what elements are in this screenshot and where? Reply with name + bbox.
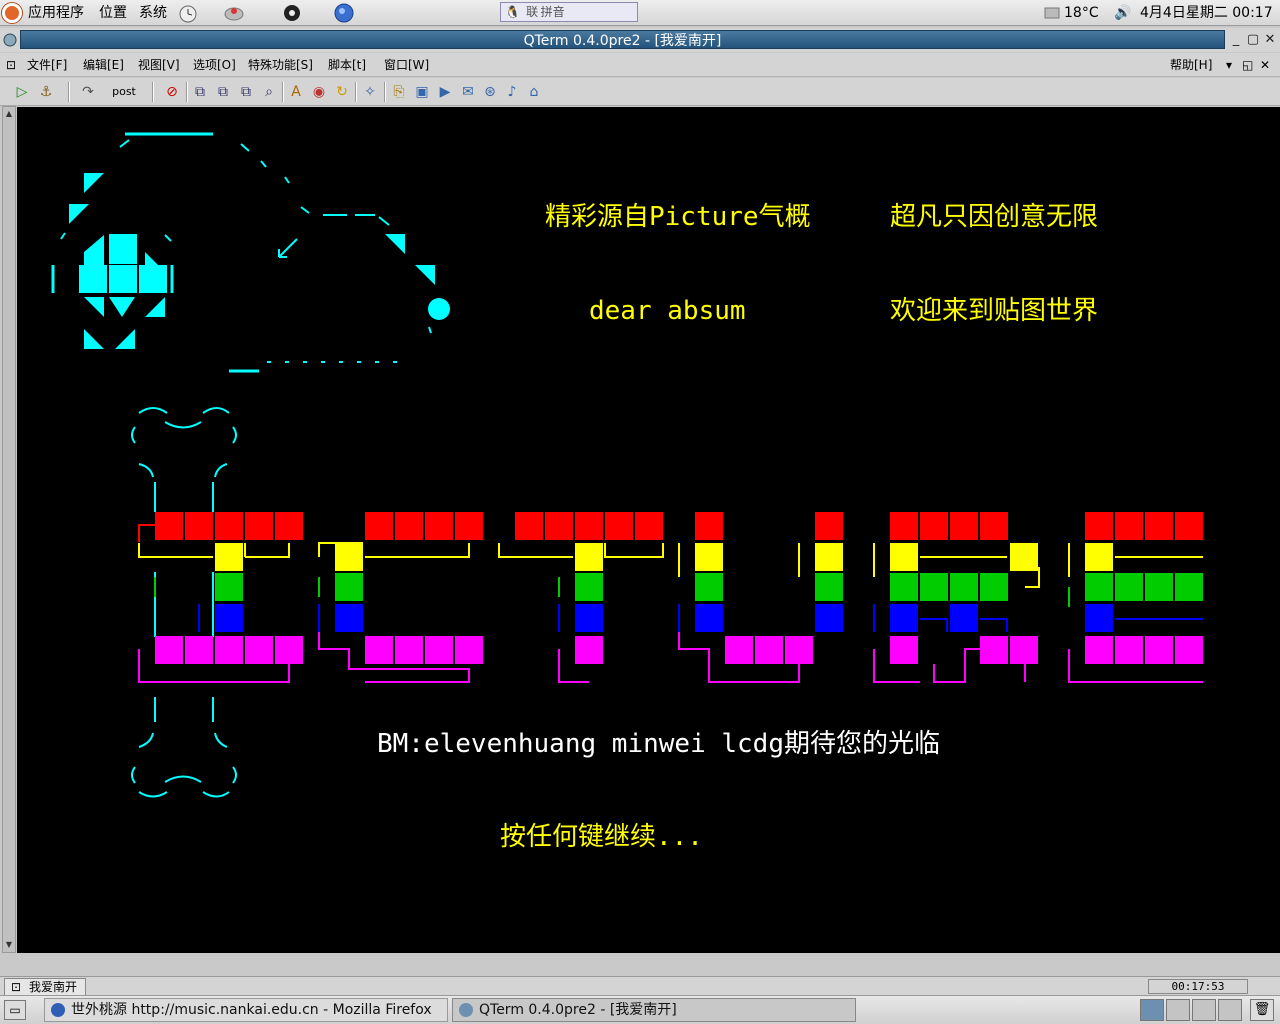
connect-icon[interactable]: ▷ [12, 82, 32, 102]
menu-file[interactable]: 文件[F] [27, 57, 67, 73]
temperature-label[interactable]: 18°C [1064, 4, 1099, 22]
font-icon[interactable]: A [286, 82, 306, 102]
maximize-icon[interactable]: ▢ [1245, 32, 1261, 48]
close-icon[interactable]: ✕ [1262, 32, 1278, 48]
input-method-indicator[interactable]: 🐧 联 拼音 [500, 2, 638, 22]
copy-with-color-icon[interactable]: ⧉ [236, 82, 256, 102]
minimize-icon[interactable]: _ [1228, 32, 1244, 48]
menu-bar: ⊡ 文件[F] 编辑[E] 视图[V] 选项[O] 特殊功能[S] 脚本[t] … [0, 53, 1280, 77]
menu-special[interactable]: 特殊功能[S] [248, 57, 313, 73]
toolbar: ▷ ⚓ ↷ post ⊘ ⧉ ⧉ ⧉ ⌕ A ◉ ↻ ✧ ⎘ ▣ ▶ ✉ ⊛ ♪… [0, 78, 1280, 106]
mdi-minimize-icon[interactable]: ▾ [1226, 57, 1232, 73]
workspace-switcher[interactable]: 🗑 [1140, 999, 1276, 1021]
menu-places[interactable]: 位置 [99, 4, 127, 22]
scroll-down-icon[interactable]: ▼ [4, 940, 14, 950]
window-menu-icon[interactable] [2, 32, 18, 48]
firefox-icon [51, 1003, 65, 1017]
qterm-icon [459, 1003, 473, 1017]
menu-edit[interactable]: 编辑[E] [83, 57, 124, 73]
bottom-taskbar: ▭ 世外桃源 http://music.nankai.edu.cn - Mozi… [0, 995, 1280, 1024]
beep-icon[interactable]: ⊛ [480, 82, 500, 102]
board-masters-line: BM:elevenhuang minwei lcdg期待您的光临 [377, 729, 940, 759]
dear-user-line: dear absum [589, 296, 746, 326]
mdi-close-icon[interactable]: ✕ [1260, 57, 1270, 73]
scroll-up-icon[interactable]: ▲ [4, 109, 14, 119]
redo-arrow-icon[interactable]: ↷ [78, 82, 98, 102]
menu-view[interactable]: 视图[V] [138, 57, 180, 73]
menu-system[interactable]: 系统 [139, 4, 167, 22]
color-icon[interactable]: ◉ [309, 82, 329, 102]
weather-icon [1044, 7, 1060, 19]
window-titlebar[interactable]: QTerm 0.4.0pre2 - [我爱南开] _ ▢ ✕ [0, 28, 1280, 52]
clock-launcher-icon[interactable] [176, 2, 200, 24]
mouse-icon[interactable]: ⌂ [524, 82, 544, 102]
menu-help[interactable]: 帮助[H] [1170, 57, 1212, 73]
magic-wand-icon[interactable]: ✧ [360, 82, 380, 102]
workspace-3[interactable] [1192, 999, 1216, 1021]
top-panel: 应用程序 位置 系统 🐧 联 拼音 18°C 🔊 4月4日星期二 00:17 [0, 0, 1280, 26]
cyan-bone-ascii-art [131, 407, 237, 798]
menu-window[interactable]: 窗口[W] [384, 57, 429, 73]
mail-launcher-icon[interactable] [222, 2, 246, 24]
session-clock: 00:17:53 [1148, 979, 1248, 994]
ubuntu-logo-icon[interactable] [2, 3, 22, 23]
taskbar-firefox[interactable]: 世外桃源 http://music.nankai.edu.cn - Mozill… [44, 998, 448, 1022]
window-title: QTerm 0.4.0pre2 - [我爱南开] [523, 33, 722, 49]
sound-icon[interactable]: ♪ [502, 82, 522, 102]
volume-icon[interactable]: 🔊 [1114, 4, 1131, 22]
view-message-icon[interactable]: ▶ [435, 82, 455, 102]
session-tab-label: 我爱南开 [29, 980, 78, 994]
trash-icon[interactable]: 🗑 [1250, 999, 1274, 1021]
press-any-key-prompt: 按任何键继续... [500, 822, 703, 852]
mdi-restore-icon[interactable]: ◱ [1242, 57, 1253, 73]
workspace-1[interactable] [1140, 999, 1164, 1021]
session-tab[interactable]: ⊡ 我爱南开 [4, 978, 87, 995]
gimp-launcher-icon[interactable] [280, 2, 304, 24]
penguin-icon: 🐧 [505, 5, 520, 19]
session-tab-icon: ⊡ [11, 980, 22, 994]
ime-status-text: 联 拼音 [523, 5, 565, 19]
copy-icon[interactable]: ⧉ [190, 82, 210, 102]
taskbar-qterm-label: QTerm 0.4.0pre2 - [我爱南开] [479, 1002, 677, 1018]
picture-logo-blocks [138, 512, 1203, 683]
workspace-2[interactable] [1166, 999, 1190, 1021]
menu-options[interactable]: 选项[O] [193, 57, 236, 73]
anti-idle-icon[interactable]: ▣ [412, 82, 432, 102]
find-icon[interactable]: ⌕ [259, 82, 279, 102]
status-bar: ⊡ 我爱南开 00:17:53 [0, 976, 1280, 995]
datetime-label[interactable]: 4月4日星期二 00:17 [1140, 4, 1273, 22]
show-desktop-icon[interactable]: ▭ [4, 1000, 26, 1020]
message-icon[interactable]: ✉ [458, 82, 478, 102]
title-bar-fill: QTerm 0.4.0pre2 - [我爱南开] [20, 30, 1225, 49]
menu-applications[interactable]: 应用程序 [28, 4, 84, 22]
slogan-1: 精彩源自Picture气概 [545, 202, 811, 232]
menubar-handle-icon: ⊡ [6, 58, 17, 72]
firefox-launcher-icon[interactable] [332, 2, 356, 24]
paste-icon[interactable]: ⧉ [213, 82, 233, 102]
cyan-p-blocks [69, 173, 450, 349]
welcome-line: 欢迎来到贴图世界 [890, 296, 1099, 326]
workspace-4[interactable] [1218, 999, 1242, 1021]
refresh-icon[interactable]: ↻ [332, 82, 352, 102]
menu-script[interactable]: 脚本[t] [328, 57, 366, 73]
stop-icon[interactable]: ⊘ [162, 82, 182, 102]
anchor-icon[interactable]: ⚓ [36, 82, 56, 102]
auto-reply-icon[interactable]: ⎘ [389, 82, 409, 102]
terminal-scrollbar[interactable]: ▲ ▼ [2, 106, 16, 953]
taskbar-qterm[interactable]: QTerm 0.4.0pre2 - [我爱南开] [452, 998, 856, 1022]
taskbar-firefox-label: 世外桃源 http://music.nankai.edu.cn - Mozill… [71, 1002, 432, 1018]
post-button[interactable]: post [104, 82, 144, 102]
terminal-screen[interactable]: 精彩源自Picture气概 超凡只因创意无限 dear absum 欢迎来到贴图… [17, 107, 1280, 953]
slogan-2: 超凡只因创意无限 [890, 202, 1099, 232]
